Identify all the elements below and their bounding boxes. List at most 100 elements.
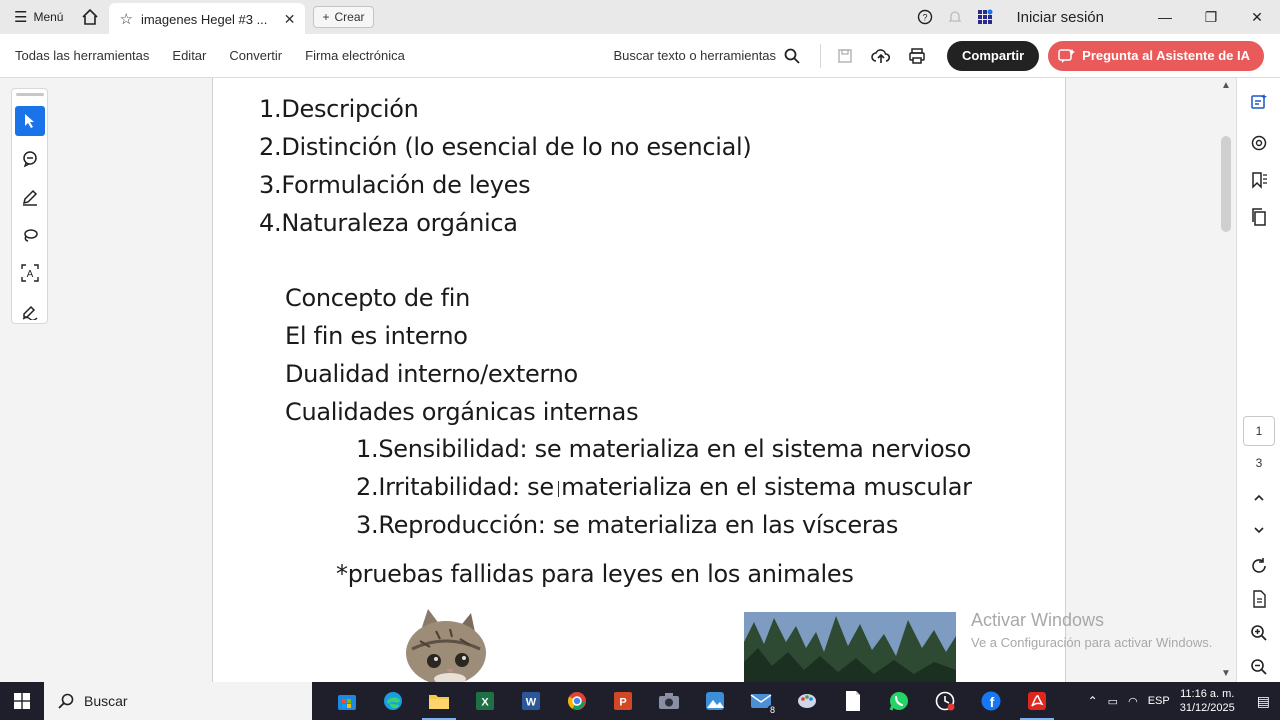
- vertical-scrollbar[interactable]: ▲ ▼: [1218, 78, 1236, 682]
- file-explorer-app[interactable]: [416, 682, 462, 720]
- menu-all-tools[interactable]: Todas las herramientas: [15, 48, 149, 63]
- star-icon[interactable]: ☆: [119, 10, 132, 28]
- zoom-in-icon[interactable]: [1247, 621, 1271, 645]
- tray-overflow-icon[interactable]: ⌃: [1088, 694, 1098, 708]
- scroll-down-icon[interactable]: ▼: [1221, 668, 1231, 679]
- acrobat-app[interactable]: [1014, 682, 1060, 720]
- photos-app[interactable]: [692, 682, 738, 720]
- sign-tool[interactable]: [15, 296, 45, 326]
- watermark-title: Activar Windows: [971, 610, 1105, 630]
- bell-icon[interactable]: [940, 9, 970, 25]
- bookmarks-icon[interactable]: [1247, 168, 1271, 192]
- facebook-icon: f: [981, 691, 1001, 711]
- taskbar-clock[interactable]: 11:16 a. m. 31/12/2025: [1180, 687, 1235, 715]
- pdf-page[interactable]: 1.Descripción 2.Distinción (lo esencial …: [212, 78, 1066, 682]
- menu-convert[interactable]: Convertir: [229, 48, 282, 63]
- next-page-icon[interactable]: [1247, 518, 1271, 542]
- paint-app[interactable]: [784, 682, 830, 720]
- document-viewport[interactable]: 1.Descripción 2.Distinción (lo esencial …: [0, 78, 1236, 682]
- search-icon: [784, 48, 800, 64]
- mail-badge: 8: [766, 705, 778, 715]
- share-button[interactable]: Compartir: [947, 40, 1040, 71]
- select-tool[interactable]: [14, 106, 45, 136]
- scroll-thumb[interactable]: [1221, 136, 1231, 232]
- comment-icon: [22, 151, 37, 168]
- search-tools[interactable]: Buscar texto o herramientas: [613, 48, 800, 64]
- excel-app[interactable]: X: [462, 682, 508, 720]
- create-label: Crear: [334, 10, 365, 24]
- svg-text:P: P: [619, 697, 626, 709]
- comments-panel-icon[interactable]: [1247, 131, 1271, 155]
- ai-assistant-button[interactable]: Pregunta al Asistente de IA: [1048, 40, 1264, 71]
- restore-icon[interactable]: ❐: [1188, 0, 1234, 34]
- taskbar-search[interactable]: Buscar: [44, 682, 312, 720]
- svg-text:W: W: [526, 697, 537, 709]
- home-icon[interactable]: [75, 0, 105, 34]
- camera-icon: [659, 693, 679, 709]
- powerpoint-app[interactable]: P: [600, 682, 646, 720]
- wifi-icon[interactable]: ◠: [1128, 695, 1138, 708]
- clock-app[interactable]: [922, 682, 968, 720]
- signature-icon: [22, 305, 37, 320]
- battery-icon[interactable]: ▭: [1108, 695, 1118, 708]
- menu-edit[interactable]: Editar: [172, 48, 206, 63]
- zoom-out-icon[interactable]: [1247, 655, 1271, 679]
- menu-button[interactable]: ☰ Menú: [0, 0, 75, 34]
- minimize-icon[interactable]: —: [1142, 0, 1188, 34]
- page-fit-icon[interactable]: [1247, 587, 1271, 611]
- taskbar-search-label: Buscar: [84, 693, 128, 709]
- notifications-icon[interactable]: ▤: [1257, 693, 1270, 710]
- svg-text:?: ?: [923, 13, 928, 23]
- camera-app[interactable]: [646, 682, 692, 720]
- save-icon[interactable]: [827, 48, 863, 64]
- comment-tool[interactable]: [15, 144, 45, 174]
- edge-app[interactable]: [370, 682, 416, 720]
- word-app[interactable]: W: [508, 682, 554, 720]
- chrome-app[interactable]: [554, 682, 600, 720]
- forest-image: [744, 612, 956, 682]
- scroll-up-icon[interactable]: ▲: [1221, 80, 1231, 91]
- start-button[interactable]: [0, 682, 44, 720]
- panel-grip[interactable]: [15, 93, 44, 96]
- help-icon[interactable]: ?: [910, 9, 940, 25]
- upload-cloud-icon[interactable]: [863, 47, 899, 65]
- system-tray: ⌃ ▭ ◠ ESP 11:16 a. m. 31/12/2025 ▤: [1088, 687, 1280, 715]
- create-button[interactable]: + Crear: [313, 6, 374, 28]
- highlight-tool[interactable]: [15, 182, 45, 212]
- refresh-icon[interactable]: [1247, 554, 1271, 578]
- list-item: 1.Descripción: [259, 95, 419, 123]
- facebook-app[interactable]: f: [968, 682, 1014, 720]
- pages-icon[interactable]: [1247, 205, 1271, 229]
- clock-time: 11:16 a. m.: [1180, 688, 1235, 700]
- list-item: 3.Reproducción: se materializa en las ví…: [356, 511, 899, 539]
- text-recognition-tool[interactable]: A: [15, 258, 45, 288]
- draw-tool[interactable]: [15, 220, 45, 250]
- powerpoint-icon: P: [614, 692, 632, 710]
- tab-title: imagenes Hegel #3 ...: [140, 11, 268, 27]
- document-icon: [846, 691, 860, 711]
- close-tab-icon[interactable]: ✕: [284, 11, 296, 28]
- menu-e-sign[interactable]: Firma electrónica: [305, 48, 405, 63]
- list-item: 2.Distinción (lo esencial de lo no esenc…: [259, 133, 752, 161]
- store-icon: [338, 695, 356, 710]
- whatsapp-app[interactable]: [876, 682, 922, 720]
- language-indicator[interactable]: ESP: [1148, 695, 1170, 707]
- ai-summary-icon[interactable]: [1247, 90, 1271, 114]
- plus-icon: +: [322, 10, 330, 24]
- edge-icon: [384, 692, 402, 710]
- clock-icon: [935, 691, 955, 711]
- store-app[interactable]: [324, 682, 370, 720]
- mail-app[interactable]: 8: [738, 682, 784, 720]
- palette-icon: [798, 694, 816, 708]
- apps-grid-icon[interactable]: [970, 9, 1000, 25]
- whatsapp-icon: [889, 692, 908, 711]
- previous-page-icon[interactable]: [1247, 486, 1271, 510]
- current-page-input[interactable]: 1: [1243, 416, 1275, 446]
- sign-in-link[interactable]: Iniciar sesión: [1016, 9, 1104, 26]
- notepad-app[interactable]: [830, 682, 876, 720]
- right-rail: 1 3: [1236, 78, 1280, 682]
- document-tab[interactable]: ☆ imagenes Hegel #3 ... ✕: [109, 3, 306, 35]
- kitten-image: [406, 609, 486, 682]
- print-icon[interactable]: [899, 47, 935, 65]
- close-window-icon[interactable]: ✕: [1234, 0, 1280, 34]
